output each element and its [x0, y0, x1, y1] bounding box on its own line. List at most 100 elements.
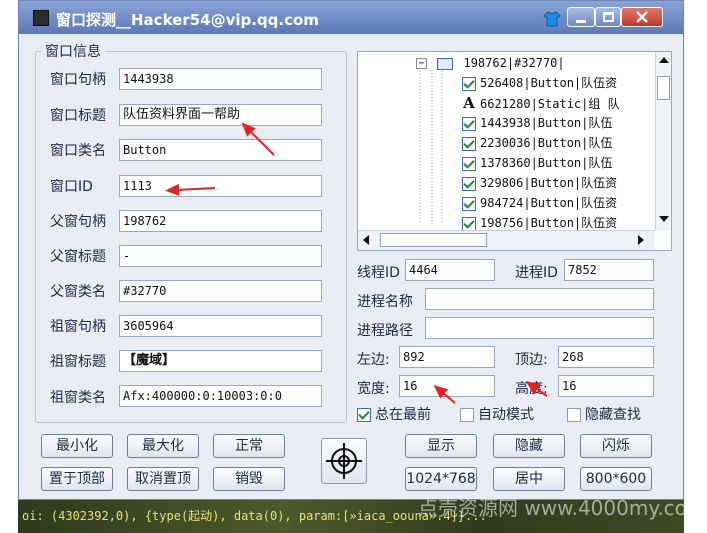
label-parent-handle: 父窗句柄 — [50, 214, 106, 230]
label-left: 左边: — [357, 352, 390, 368]
checkbox-icon[interactable] — [462, 156, 476, 171]
scroll-up-icon[interactable] — [659, 57, 669, 63]
checkbox-icon[interactable] — [460, 408, 474, 422]
always-on-top-checkbox[interactable]: 总在最前 — [357, 404, 431, 424]
label-parent-class: 父窗类名 — [50, 284, 106, 300]
checkbox-icon[interactable] — [462, 76, 476, 91]
checkbox-icon[interactable] — [462, 136, 476, 151]
minimize-button[interactable]: 最小化 — [41, 434, 113, 458]
class-field[interactable]: Button — [119, 139, 322, 161]
tree-item[interactable]: 526408|Button|队伍资 — [462, 73, 617, 93]
tree-item-label: 984724|Button|队伍资 — [480, 196, 618, 210]
scroll-right-icon[interactable] — [638, 235, 644, 245]
normal-button[interactable]: 正常 — [213, 434, 285, 458]
root-title-field[interactable]: 【魔域】 — [119, 350, 322, 372]
scroll-thumb[interactable] — [657, 76, 670, 100]
crosshair-target[interactable] — [321, 438, 367, 484]
flash-button[interactable]: 闪烁 — [580, 434, 652, 458]
label-id: 窗口ID — [50, 179, 93, 195]
process-id-field[interactable]: 7852 — [564, 259, 654, 281]
tree-item-label: 329806|Button|队伍资 — [480, 176, 618, 190]
background-log-text: oi: (4302392,0), {type(起动), data(0), par… — [22, 509, 487, 523]
collapse-icon[interactable]: − — [416, 58, 427, 69]
label-process-path: 进程路径 — [357, 323, 413, 339]
width-field[interactable]: 16 — [399, 375, 495, 397]
auto-mode-label: 自动模式 — [478, 407, 534, 423]
app-icon — [33, 10, 49, 26]
tree-item-label: 526408|Button|队伍资 — [480, 76, 618, 90]
label-root-handle: 祖窗句柄 — [50, 319, 106, 335]
window-tree[interactable]: − 198762|#32770| 526408|Button|队伍资 A 6621… — [357, 51, 672, 251]
parent-handle-field[interactable]: 198762 — [119, 210, 322, 232]
hide-search-checkbox[interactable]: 隐藏查找 — [567, 404, 641, 424]
destroy-button[interactable]: 销毁 — [213, 467, 285, 491]
tree-item-label: 1378360|Button|队伍 — [480, 156, 613, 170]
tree-item[interactable]: 2230036|Button|队伍 — [462, 133, 612, 153]
untop-button[interactable]: 取消置顶 — [127, 467, 199, 491]
root-class-field[interactable]: Afx:400000:0:10003:0:0 — [119, 385, 322, 407]
label-process-name: 进程名称 — [357, 294, 413, 310]
tree-root-label: 198762|#32770| — [463, 56, 565, 70]
tree-root[interactable]: − 198762|#32770| — [416, 53, 565, 73]
resolution-1024-button[interactable]: 1024*768 — [405, 467, 477, 491]
tree-item[interactable]: 1378360|Button|队伍 — [462, 153, 612, 173]
hide-button[interactable]: 隐藏 — [493, 434, 565, 458]
scroll-left-icon[interactable] — [363, 235, 369, 245]
static-text-icon: A — [463, 94, 475, 112]
parent-class-field[interactable]: #32770 — [119, 280, 322, 302]
label-root-class: 祖窗类名 — [50, 390, 106, 406]
top-field[interactable]: 268 — [558, 346, 654, 368]
window-title-field[interactable]: 队伍资料界面一帮助 — [119, 104, 322, 126]
tree-item[interactable]: A 6621280|Static|组 队 — [462, 93, 620, 113]
height-field[interactable]: 16 — [558, 375, 654, 397]
auto-mode-checkbox[interactable]: 自动模式 — [460, 404, 534, 424]
tree-item-label: 1443938|Button|队伍 — [480, 116, 613, 130]
maximize-icon[interactable] — [595, 7, 621, 27]
tree-item-label: 6621280|Static|组 队 — [480, 97, 620, 111]
probe-window: 窗口探测__Hacker54@vip.qq.com 窗口信息 窗口句柄 1443… — [18, 0, 684, 500]
tree-item[interactable]: 984724|Button|队伍资 — [462, 193, 617, 213]
hide-search-label: 隐藏查找 — [585, 407, 641, 423]
checkbox-icon[interactable] — [462, 216, 476, 231]
tree-item-selected[interactable]: 1443938|Button|队伍 — [462, 113, 613, 133]
id-field[interactable]: 1113 — [119, 175, 322, 197]
minimize-icon[interactable] — [567, 7, 595, 27]
crosshair-icon — [326, 443, 362, 479]
tree-horizontal-scrollbar[interactable] — [358, 230, 655, 250]
parent-title-field[interactable]: - — [119, 245, 322, 267]
always-on-top-label: 总在最前 — [375, 407, 431, 423]
resolution-800-button[interactable]: 800*600 — [580, 467, 652, 491]
process-name-field[interactable] — [425, 288, 654, 310]
tree-item[interactable]: 329806|Button|队伍资 — [462, 173, 617, 193]
hscroll-thumb[interactable] — [380, 233, 487, 247]
skin-icon[interactable] — [543, 10, 561, 28]
label-width: 宽度: — [357, 381, 390, 397]
window-title: 窗口探测__Hacker54@vip.qq.com — [56, 11, 319, 29]
checkbox-icon[interactable] — [567, 408, 581, 422]
root-handle-field[interactable]: 3605964 — [119, 315, 322, 337]
topmost-button[interactable]: 置于顶部 — [41, 467, 113, 491]
title-bar[interactable]: 窗口探测__Hacker54@vip.qq.com — [19, 1, 683, 34]
handle-field[interactable]: 1443938 — [119, 68, 322, 90]
scroll-down-icon[interactable] — [659, 216, 669, 222]
checkbox-icon[interactable] — [462, 176, 476, 191]
label-thread-id: 线程ID — [357, 265, 400, 281]
close-icon[interactable] — [621, 7, 663, 27]
checkbox-icon[interactable] — [462, 116, 476, 131]
tree-vertical-scrollbar[interactable] — [655, 52, 671, 230]
label-top: 顶边: — [515, 352, 548, 368]
window-info-title: 窗口信息 — [41, 41, 105, 61]
checkbox-icon[interactable] — [357, 408, 371, 422]
label-handle: 窗口句柄 — [50, 72, 106, 88]
thread-id-field[interactable]: 4464 — [405, 259, 495, 281]
left-field[interactable]: 892 — [399, 346, 495, 368]
label-parent-title: 父窗标题 — [50, 249, 106, 265]
tree-item-label: 198756|Button|队伍资 — [480, 216, 618, 230]
show-button[interactable]: 显示 — [405, 434, 477, 458]
maximize-button[interactable]: 最大化 — [127, 434, 199, 458]
folder-icon — [437, 57, 454, 70]
center-button[interactable]: 居中 — [493, 467, 565, 491]
process-path-field[interactable] — [425, 317, 654, 339]
label-window-title: 窗口标题 — [50, 108, 106, 124]
checkbox-icon[interactable] — [462, 196, 476, 211]
